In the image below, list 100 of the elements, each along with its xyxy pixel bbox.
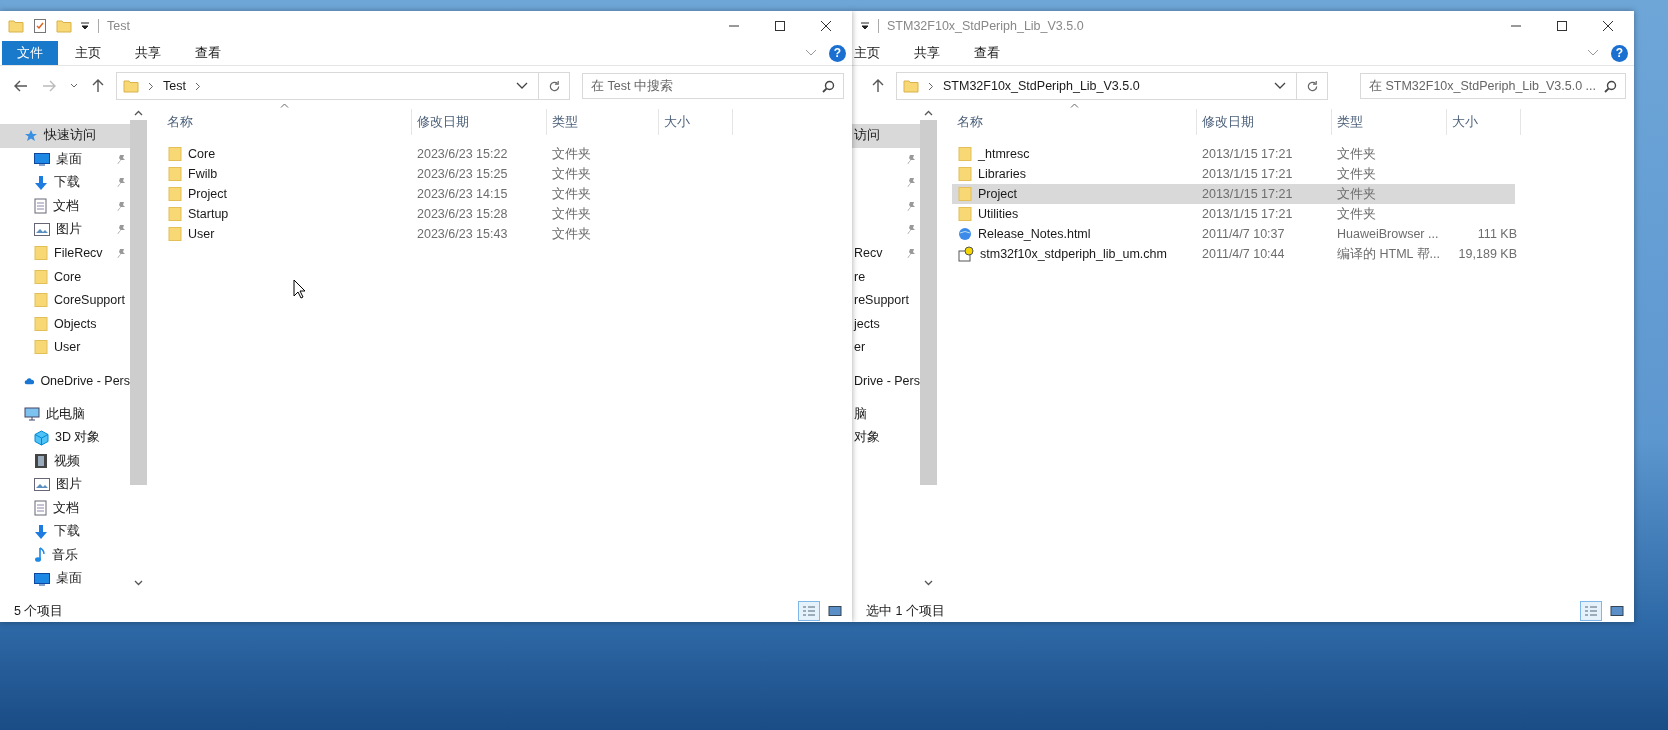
dropdown-caret-icon[interactable] — [860, 21, 870, 31]
navigation-item[interactable]: 图片 — [0, 473, 130, 497]
file-row[interactable]: Libraries 2013/1/15 17:21 文件夹 — [952, 164, 1515, 184]
navigation-item[interactable]: reSupport — [852, 288, 920, 312]
search-field[interactable]: 在 Test 中搜索 — [582, 73, 844, 99]
navigation-item[interactable]: 桌面 — [0, 567, 130, 591]
scrollbar-thumb[interactable] — [920, 120, 937, 485]
column-header[interactable]: 修改日期 — [412, 109, 547, 135]
maximize-icon[interactable] — [774, 20, 786, 32]
column-header[interactable]: 修改日期 — [1197, 109, 1332, 135]
pin-icon[interactable] — [116, 247, 126, 259]
navigation-item[interactable]: Objects — [0, 312, 130, 336]
file-row[interactable]: Core 2023/6/23 15:22 文件夹 — [162, 144, 733, 164]
navigation-item[interactable]: 桌面 — [0, 147, 130, 171]
breadcrumb[interactable]: Test — [163, 79, 186, 93]
scroll-up-icon[interactable] — [134, 110, 143, 116]
ribbon-tab[interactable]: 查看 — [178, 41, 238, 65]
column-header[interactable]: 类型 — [1332, 109, 1447, 135]
scroll-up-icon[interactable] — [924, 110, 933, 116]
file-row[interactable]: Startup 2023/6/23 15:28 文件夹 — [162, 204, 733, 224]
ribbon-tab[interactable]: 主页 — [852, 41, 897, 65]
navigation-item[interactable]: User — [0, 335, 130, 359]
navigation-item[interactable]: Recv — [852, 241, 920, 265]
file-row[interactable]: Utilities 2013/1/15 17:21 文件夹 — [952, 204, 1515, 224]
expand-ribbon-icon[interactable] — [1587, 49, 1599, 57]
navigation-item[interactable]: 视频 — [0, 449, 130, 473]
navigation-item[interactable]: 下载 — [0, 520, 130, 544]
navigation-item[interactable]: 文档 — [0, 496, 130, 520]
pin-icon[interactable] — [116, 177, 126, 189]
ribbon-tab[interactable]: 文件 — [2, 41, 58, 65]
refresh-button[interactable] — [1297, 72, 1328, 100]
properties-icon[interactable] — [32, 18, 48, 34]
scroll-down-icon[interactable] — [924, 580, 933, 586]
close-icon[interactable] — [1602, 20, 1614, 32]
navigation-item[interactable]: Core — [0, 265, 130, 289]
file-row[interactable]: Project 2023/6/23 14:15 文件夹 — [162, 184, 733, 204]
history-dropdown-icon[interactable] — [516, 82, 528, 90]
ribbon-tab[interactable]: 共享 — [897, 41, 957, 65]
file-row[interactable]: User 2023/6/23 15:43 文件夹 — [162, 224, 733, 244]
scrollbar-thumb[interactable] — [130, 120, 147, 485]
breadcrumb-chevron-icon[interactable] — [928, 81, 934, 91]
navigation-item[interactable]: 脑 — [852, 402, 920, 426]
expand-ribbon-icon[interactable] — [805, 49, 817, 57]
pin-icon[interactable] — [906, 177, 916, 189]
navigation-item[interactable]: 音乐 — [0, 543, 130, 567]
navigation-item[interactable]: CoreSupport — [0, 288, 130, 312]
address-bar[interactable]: Test — [116, 72, 539, 100]
up-arrow-icon[interactable] — [872, 79, 884, 93]
mouse-pointer-icon — [293, 279, 306, 299]
back-arrow-icon[interactable] — [14, 80, 28, 92]
column-header[interactable]: 大小 — [659, 109, 733, 135]
column-header[interactable]: 名称 — [952, 109, 1197, 135]
pin-icon[interactable] — [116, 224, 126, 236]
maximize-icon[interactable] — [1556, 20, 1568, 32]
navigation-item[interactable]: 此电脑 — [0, 402, 130, 426]
column-header[interactable]: 类型 — [547, 109, 659, 135]
file-row[interactable]: stm32f10x_stdperiph_lib_um.chm 2011/4/7 10:44 编译的 HTML 帮... 19,189 KB — [952, 244, 1515, 264]
ribbon-tab[interactable]: 共享 — [118, 41, 178, 65]
close-icon[interactable] — [820, 20, 832, 32]
column-header[interactable]: 大小 — [1447, 109, 1521, 135]
navigation-item[interactable]: FileRecv — [0, 241, 130, 265]
navigation-item[interactable]: jects — [852, 312, 920, 336]
file-row[interactable]: Release_Notes.html 2011/4/7 10:37 HuaweiBrowser ... 111 KB — [952, 224, 1515, 244]
up-arrow-icon[interactable] — [92, 79, 104, 93]
navigation-item[interactable]: Drive - Pers — [852, 369, 920, 393]
navigation-item[interactable]: 图片 — [0, 218, 130, 242]
new-folder-icon[interactable] — [56, 18, 72, 34]
pin-icon[interactable] — [906, 224, 916, 236]
file-row[interactable]: _htmresc 2013/1/15 17:21 文件夹 — [952, 144, 1515, 164]
column-header[interactable]: 名称 — [162, 109, 412, 135]
file-row[interactable]: Project 2013/1/15 17:21 文件夹 — [952, 184, 1515, 204]
pin-icon[interactable] — [906, 153, 916, 165]
navigation-item[interactable]: re — [852, 265, 920, 289]
breadcrumb-chevron-icon[interactable] — [148, 81, 154, 91]
navigation-item[interactable]: OneDrive - Pers — [0, 369, 130, 393]
ribbon-tab[interactable]: 主页 — [58, 41, 118, 65]
navigation-item[interactable]: 访问 — [852, 124, 920, 148]
help-button[interactable]: ? — [1611, 44, 1628, 62]
navigation-item[interactable]: 3D 对象 — [0, 426, 130, 450]
scroll-down-icon[interactable] — [134, 580, 143, 586]
navigation-item[interactable]: er — [852, 335, 920, 359]
history-dropdown-icon[interactable] — [1274, 82, 1286, 90]
navigation-item[interactable]: 下载 — [0, 171, 130, 195]
pin-icon[interactable] — [906, 247, 916, 259]
pin-icon[interactable] — [116, 200, 126, 212]
address-bar[interactable]: STM32F10x_StdPeriph_Lib_V3.5.0 — [896, 72, 1297, 100]
breadcrumb[interactable]: STM32F10x_StdPeriph_Lib_V3.5.0 — [943, 79, 1140, 93]
dropdown-caret-icon[interactable] — [80, 21, 90, 31]
navigation-item[interactable]: 快速访问 — [0, 124, 130, 148]
pin-icon[interactable] — [906, 200, 916, 212]
breadcrumb-chevron-icon[interactable] — [194, 81, 201, 91]
refresh-button[interactable] — [539, 72, 570, 100]
navigation-item[interactable]: 文档 — [0, 194, 130, 218]
ribbon-tab[interactable]: 查看 — [957, 41, 1017, 65]
help-button[interactable]: ? — [829, 44, 846, 62]
search-field[interactable]: 在 STM32F10x_StdPeriph_Lib_V3.5.0 ... — [1360, 73, 1626, 99]
navigation-item[interactable]: 对象 — [852, 426, 920, 450]
file-row[interactable]: Fwilb 2023/6/23 15:25 文件夹 — [162, 164, 733, 184]
recent-locations-caret-icon[interactable] — [70, 83, 78, 89]
pin-icon[interactable] — [116, 153, 126, 165]
